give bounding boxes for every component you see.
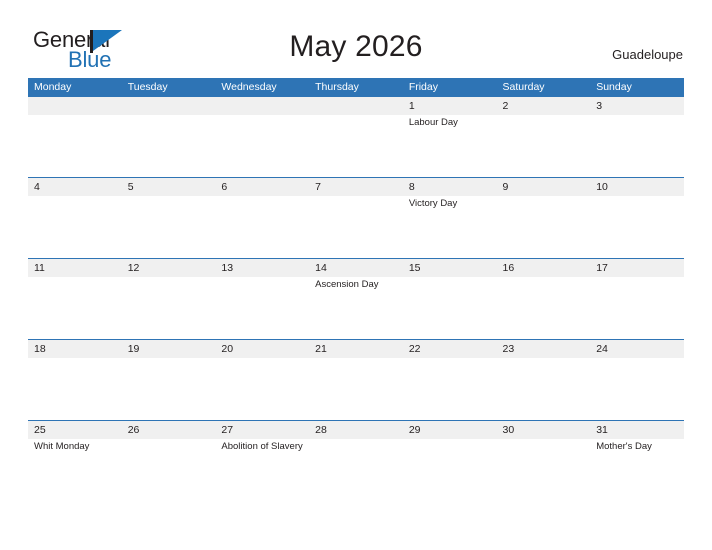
day-cell[interactable]: 13 bbox=[215, 259, 309, 340]
day-cell[interactable] bbox=[28, 97, 122, 178]
day-number: 27 bbox=[221, 424, 234, 436]
day-cell[interactable]: 30 bbox=[497, 421, 591, 502]
day-number: 30 bbox=[502, 424, 515, 436]
day-cell[interactable]: 14 Ascension Day bbox=[309, 259, 403, 340]
day-cell[interactable]: 28 bbox=[309, 421, 403, 502]
day-number: 12 bbox=[127, 262, 140, 274]
day-number: 25 bbox=[34, 424, 46, 436]
page-header: General Blue May 2026 Guadeloupe bbox=[0, 0, 712, 78]
day-cell[interactable]: 24 bbox=[590, 340, 684, 421]
day-cell[interactable]: 18 bbox=[28, 340, 122, 421]
day-cell[interactable]: 23 bbox=[497, 340, 591, 421]
day-number: 2 bbox=[502, 100, 509, 112]
day-number: 31 bbox=[596, 424, 608, 436]
day-cell[interactable]: 25 Whit Monday bbox=[28, 421, 122, 502]
day-cell[interactable] bbox=[122, 97, 216, 178]
day-cell[interactable]: 16 bbox=[497, 259, 591, 340]
day-cell[interactable]: 4 bbox=[28, 178, 122, 259]
day-cell[interactable] bbox=[309, 97, 403, 178]
day-number: 24 bbox=[596, 343, 608, 355]
day-cell[interactable]: 7 bbox=[309, 178, 403, 259]
day-cell[interactable]: 15 bbox=[403, 259, 497, 340]
weekday-friday: Friday bbox=[408, 81, 438, 93]
day-cell[interactable] bbox=[215, 97, 309, 178]
weekday-tuesday: Tuesday bbox=[127, 81, 168, 93]
day-cell[interactable]: 1 Labour Day bbox=[403, 97, 497, 178]
day-number: 19 bbox=[127, 343, 140, 355]
day-number: 29 bbox=[408, 424, 421, 436]
calendar-grid: Monday Tuesday Wednesday Thursday Friday… bbox=[28, 78, 684, 501]
day-event: Mother's Day bbox=[596, 441, 652, 452]
day-number: 4 bbox=[34, 181, 40, 193]
weekday-header-row: Monday Tuesday Wednesday Thursday Friday… bbox=[28, 78, 684, 96]
day-cell[interactable]: 19 bbox=[122, 340, 216, 421]
day-cell[interactable]: 22 bbox=[403, 340, 497, 421]
weekday-wednesday: Wednesday bbox=[221, 81, 277, 93]
week-row: 18 19 20 21 22 23 24 bbox=[28, 339, 684, 420]
day-cell[interactable]: 9 bbox=[497, 178, 591, 259]
day-cell[interactable]: 29 bbox=[403, 421, 497, 502]
day-number: 18 bbox=[34, 343, 46, 355]
day-cell[interactable]: 6 bbox=[215, 178, 309, 259]
weekday-thursday: Thursday bbox=[315, 81, 359, 93]
day-number: 21 bbox=[315, 343, 327, 355]
day-cell[interactable]: 12 bbox=[122, 259, 216, 340]
weekday-saturday: Saturday bbox=[502, 81, 545, 93]
day-cell[interactable]: 27 Abolition of Slavery bbox=[215, 421, 309, 502]
day-cell[interactable]: 5 bbox=[122, 178, 216, 259]
day-cell[interactable]: 26 bbox=[122, 421, 216, 502]
day-number: 15 bbox=[408, 262, 421, 274]
day-cell[interactable]: 17 bbox=[590, 259, 684, 340]
region-label: Guadeloupe bbox=[612, 47, 683, 62]
day-cell[interactable]: 11 bbox=[28, 259, 122, 340]
day-number: 28 bbox=[315, 424, 327, 436]
day-cell[interactable]: 10 bbox=[590, 178, 684, 259]
day-cell[interactable]: 31 Mother's Day bbox=[590, 421, 684, 502]
day-number: 20 bbox=[221, 343, 234, 355]
week-row: 1 Labour Day 2 3 bbox=[28, 96, 684, 177]
day-number: 5 bbox=[127, 181, 134, 193]
week-row: 25 Whit Monday 26 27 Abolition of Slaver… bbox=[28, 420, 684, 501]
calendar-page: General Blue May 2026 Guadeloupe Monday … bbox=[0, 0, 712, 550]
day-number: 10 bbox=[596, 181, 608, 193]
day-number: 14 bbox=[315, 262, 327, 274]
day-number: 1 bbox=[408, 100, 415, 112]
day-number: 26 bbox=[127, 424, 140, 436]
page-title: May 2026 bbox=[289, 30, 423, 63]
weekday-monday: Monday bbox=[34, 81, 72, 93]
day-number: 7 bbox=[315, 181, 321, 193]
day-number: 6 bbox=[221, 181, 228, 193]
day-cell[interactable]: 2 bbox=[497, 97, 591, 178]
weekday-sunday: Sunday bbox=[596, 81, 632, 93]
day-number: 13 bbox=[221, 262, 234, 274]
day-number: 3 bbox=[596, 100, 603, 112]
day-cell[interactable]: 20 bbox=[215, 340, 309, 421]
day-number: 9 bbox=[502, 181, 509, 193]
day-cell[interactable]: 3 bbox=[590, 97, 684, 178]
day-number: 17 bbox=[596, 262, 608, 274]
day-number: 22 bbox=[408, 343, 421, 355]
day-cell[interactable]: 8 Victory Day bbox=[403, 178, 497, 259]
day-number: 16 bbox=[502, 262, 515, 274]
day-cell[interactable]: 21 bbox=[309, 340, 403, 421]
day-number: 8 bbox=[408, 181, 415, 193]
day-number: 23 bbox=[502, 343, 515, 355]
week-row: 4 5 6 7 8 Victory Day 9 10 bbox=[28, 177, 684, 258]
week-row: 11 12 13 14 Ascension Day 15 16 17 bbox=[28, 258, 684, 339]
day-number: 11 bbox=[34, 262, 45, 274]
